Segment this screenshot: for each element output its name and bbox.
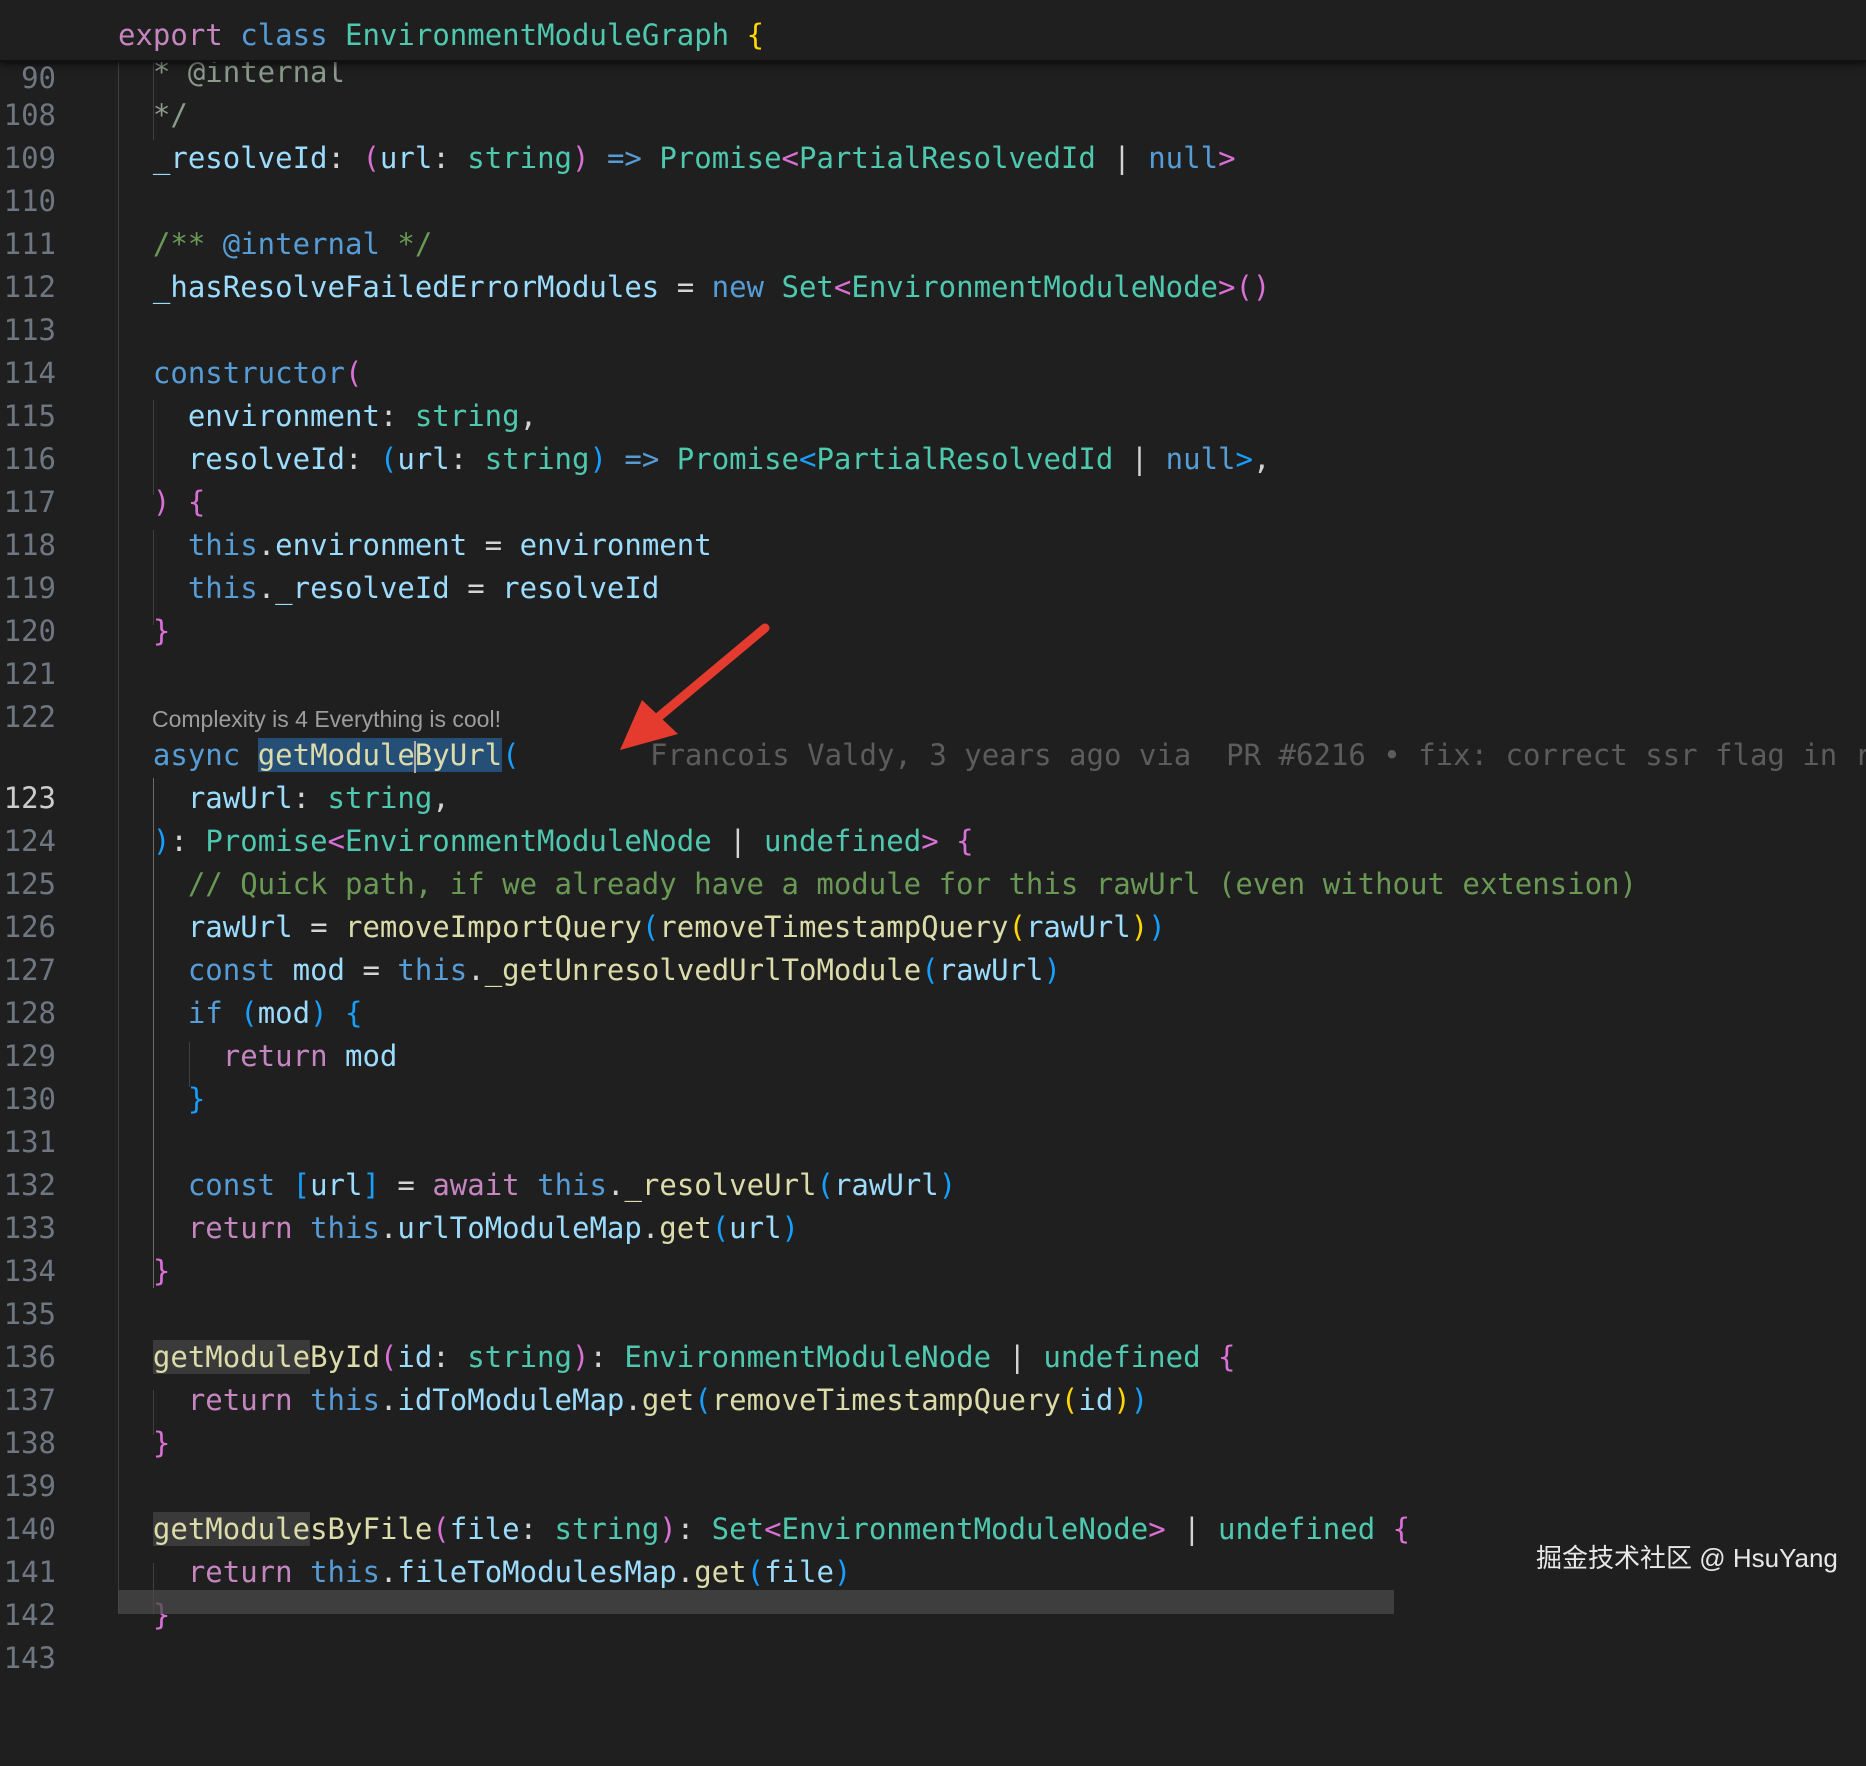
code-line[interactable]: 126 // Quick path, if we already have a … xyxy=(0,863,1866,944)
line-code: rawUrl = removeImportQuery(removeTimesta… xyxy=(187,910,1166,944)
line-number: 143 xyxy=(3,1641,56,1675)
line-code: getModuleById(id: string): EnvironmentMo… xyxy=(152,1340,1236,1374)
line-code: return this.idToModuleMap.get(removeTime… xyxy=(187,1383,1149,1417)
code-line[interactable]: 112 /** @internal */ xyxy=(0,223,1866,304)
code-line[interactable]: 139 } xyxy=(0,1422,1866,1503)
code-line[interactable]: 114 xyxy=(0,309,1866,390)
line-code: ): Promise<EnvironmentModuleNode | undef… xyxy=(152,824,974,858)
line-code: async getModuleByUrl( xyxy=(152,738,520,773)
code-line-current[interactable]: 123 async getModuleByUrl( Francois Valdy… xyxy=(0,734,1866,815)
line-code: const mod = this._getUnresolvedUrlToModu… xyxy=(187,953,1061,987)
line-code: ) { xyxy=(152,485,206,519)
line-number: 122 xyxy=(3,700,56,734)
line-code: } xyxy=(152,1426,171,1460)
code-line[interactable]: 116 environment: string, xyxy=(0,395,1866,476)
line-code: getModulesByFile(file: string): Set<Envi… xyxy=(152,1512,1411,1546)
code-line[interactable]: 117 resolveId: (url: string) => Promise<… xyxy=(0,438,1866,519)
line-code: _hasResolveFailedErrorModules = new Set<… xyxy=(152,270,1271,304)
sticky-code: export class EnvironmentModuleGraph { xyxy=(118,18,765,52)
code-line[interactable]: 133 const [url] = await this._resolveUrl… xyxy=(0,1164,1866,1245)
line-code: if (mod) { xyxy=(187,996,363,1030)
sticky-scroll-header[interactable]: 90 export class EnvironmentModuleGraph { xyxy=(0,0,1866,95)
code-line[interactable]: 131 } xyxy=(0,1078,1866,1159)
line-code: // Quick path, if we already have a modu… xyxy=(187,867,1637,901)
line-number: 90 xyxy=(21,61,56,95)
code-line[interactable]: 135 } xyxy=(0,1250,1866,1331)
code-line[interactable]: 121 } xyxy=(0,610,1866,691)
line-code: } xyxy=(152,614,171,648)
code-line[interactable]: 113 _hasResolveFailedErrorModules = new … xyxy=(0,266,1866,347)
code-line[interactable]: 129 if (mod) { xyxy=(0,992,1866,1073)
line-code: return this.fileToModulesMap.get(file) xyxy=(187,1555,852,1589)
line-code: this.environment = environment xyxy=(187,528,712,562)
code-line[interactable]: 140 xyxy=(0,1465,1866,1546)
line-code: resolveId: (url: string) => Promise<Part… xyxy=(187,442,1271,476)
line-code: _resolveId: (url: string) => Promise<Par… xyxy=(152,141,1236,175)
code-line[interactable]: 127 rawUrl = removeImportQuery(removeTim… xyxy=(0,906,1866,987)
code-line[interactable]: 118 ) { xyxy=(0,481,1866,562)
code-lens-complexity[interactable]: Complexity is 4 Everything is cool! xyxy=(152,700,501,738)
code-line[interactable]: 137 getModuleById(id: string): Environme… xyxy=(0,1336,1866,1417)
code-line[interactable]: 111 xyxy=(0,180,1866,261)
line-code: this._resolveId = resolveId xyxy=(187,571,660,605)
code-line[interactable]: 134 return this.urlToModuleMap.get(url) xyxy=(0,1207,1866,1288)
code-line[interactable]: 124 rawUrl: string, xyxy=(0,777,1866,858)
code-line[interactable]: 115 constructor( xyxy=(0,352,1866,433)
code-line[interactable]: 120 this._resolveId = resolveId xyxy=(0,567,1866,648)
line-code: */ xyxy=(118,98,188,132)
line-code: const [url] = await this._resolveUrl(raw… xyxy=(187,1168,957,1202)
code-line[interactable]: 128 const mod = this._getUnresolvedUrlTo… xyxy=(0,949,1866,1030)
line-code: return mod xyxy=(222,1039,398,1073)
git-blame-annotation: Francois Valdy, 3 years ago via PR #6216… xyxy=(650,738,1866,772)
code-line[interactable]: 109 */ xyxy=(0,94,1866,175)
code-line[interactable]: 136 xyxy=(0,1293,1866,1374)
text-cursor xyxy=(413,741,416,773)
code-line[interactable]: 130 return mod xyxy=(0,1035,1866,1116)
code-line[interactable]: 119 this.environment = environment xyxy=(0,524,1866,605)
line-code: } xyxy=(187,1082,206,1116)
horizontal-scrollbar[interactable] xyxy=(118,1590,1394,1614)
line-code: constructor( xyxy=(152,356,363,390)
annotation-arrow-icon xyxy=(620,623,770,750)
line-code: } xyxy=(152,1254,171,1288)
code-line[interactable]: 138 return this.idToModuleMap.get(remove… xyxy=(0,1379,1866,1460)
code-editor[interactable]: 90 export class EnvironmentModuleGraph {… xyxy=(0,0,1866,1675)
line-code: /** @internal */ xyxy=(152,227,433,261)
line-code: return this.urlToModuleMap.get(url) xyxy=(187,1211,800,1245)
line-code: rawUrl: string, xyxy=(187,781,450,815)
sticky-line[interactable]: 90 export class EnvironmentModuleGraph { xyxy=(0,14,1866,95)
watermark: 掘金技术社区 @ HsuYang xyxy=(1536,1543,1838,1573)
line-code: environment: string, xyxy=(187,399,538,433)
code-line[interactable]: 132 xyxy=(0,1121,1866,1202)
code-line[interactable]: 122 xyxy=(0,653,1866,734)
code-line[interactable]: 125 ): Promise<EnvironmentModuleNode | u… xyxy=(0,820,1866,901)
code-line[interactable]: 110 _resolveId: (url: string) => Promise… xyxy=(0,137,1866,218)
